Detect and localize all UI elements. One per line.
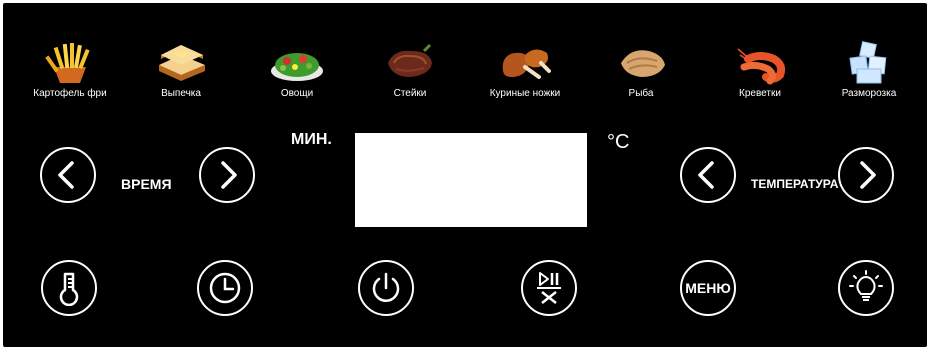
preset-defrost-label: Разморозка [841,88,897,99]
preset-defrost[interactable]: Разморозка [819,41,919,101]
light-button[interactable] [838,260,894,316]
preset-shrimp-label: Креветки [739,88,781,99]
timer-button[interactable] [197,260,253,316]
drumstick-icon [502,49,551,79]
preset-vegetables-label: Овощи [280,88,314,99]
temperature-unit: °C [607,131,630,153]
play-pause-cancel-icon [537,272,561,304]
time-decrease-button[interactable] [40,147,96,203]
chevron-right-icon [221,161,237,189]
bread-icon [159,45,205,81]
menu-button[interactable]: МЕНЮ [680,260,736,316]
menu-button-label: МЕНЮ [685,280,731,296]
preset-shrimp[interactable]: Креветки [710,41,810,101]
preset-steaks[interactable]: Стейки [360,41,460,101]
preset-fries-label: Картофель фри [33,88,107,99]
chevron-left-icon [698,161,714,189]
preset-bakery[interactable]: Выпечка [131,41,231,101]
temperature-decrease-button[interactable] [680,147,736,203]
fish-icon [621,50,665,77]
temperature-increase-button[interactable] [838,147,894,203]
time-unit: МИН. [291,131,332,148]
temperature-label: ТЕМПЕРАТУРА [751,177,839,191]
power-button[interactable] [358,260,414,316]
preset-steaks-label: Стейки [393,88,427,99]
preset-fish[interactable]: Рыба [591,41,691,101]
salad-icon [271,53,323,81]
preset-bakery-label: Выпечка [161,88,201,99]
preset-drumsticks[interactable]: Куриные ножки [475,41,575,101]
power-icon [372,272,400,302]
steak-icon [388,43,432,77]
display-screen [355,133,587,227]
shrimp-icon [737,48,786,85]
time-label: ВРЕМЯ [121,176,172,192]
probe-button[interactable] [41,260,97,316]
chevron-right-icon [860,161,876,189]
preset-fish-label: Рыба [628,88,654,99]
clock-icon [209,272,241,304]
chevron-left-icon [58,161,74,189]
thermometer-icon [59,272,79,306]
preset-drumsticks-label: Куриные ножки [489,88,561,99]
preset-fries[interactable]: Картофель фри [20,41,120,101]
start-pause-cancel-button[interactable] [521,260,577,316]
light-bulb-icon [849,270,883,301]
fries-icon [45,43,90,83]
time-increase-button[interactable] [199,147,255,203]
ice-icon [849,41,887,84]
preset-vegetables[interactable]: Овощи [247,41,347,101]
control-panel: Картофель фри Выпечка Овощи Стейки Курин… [3,3,927,347]
